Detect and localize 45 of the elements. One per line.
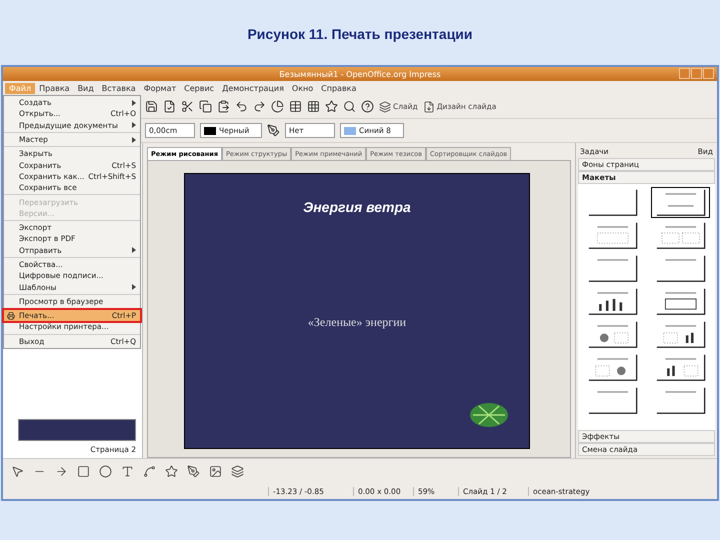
submenu-arrow-icon [132,100,136,106]
slide-title: Энергия ветра [303,198,411,217]
cut-icon[interactable] [181,100,194,113]
menu-title[interactable]: Справка [317,82,360,94]
table-icon[interactable] [289,100,302,113]
menu-title[interactable]: Вставка [98,82,140,94]
star-icon[interactable] [325,100,338,113]
save-icon[interactable] [145,100,158,113]
text-icon[interactable] [121,465,134,478]
pen-icon[interactable] [187,465,200,478]
pointer-icon[interactable] [11,465,24,478]
help-icon[interactable] [361,100,374,113]
layers-icon[interactable] [231,465,244,478]
grid-icon[interactable] [307,100,320,113]
menu-title[interactable]: Правка [35,82,74,94]
submenu-arrow-icon [132,247,136,254]
redo-icon[interactable] [253,100,266,113]
slide-icon[interactable] [379,100,391,112]
star-icon[interactable] [165,465,178,478]
undo-icon[interactable] [235,100,248,113]
menu-title[interactable]: Формат [140,82,180,94]
printer-icon [7,312,15,320]
slide-layout-thumbnail[interactable] [652,188,709,217]
menu-title[interactable]: Демонстрация [218,82,288,94]
menu-title[interactable]: Окно [288,82,318,94]
menu-title[interactable]: Вид [74,82,98,94]
window-title: Безымянный1 - OpenOffice.org Impress [279,70,441,78]
image-icon[interactable] [209,465,222,478]
slide-caption: Рисунок 11. Печать презентации [247,25,473,44]
search-icon[interactable] [343,100,356,113]
ellipse-icon[interactable] [99,465,112,478]
curve-icon[interactable] [143,465,156,478]
slide-subtitle: «Зеленые» энергии [308,315,406,330]
leaf-cluster-drawing [469,400,509,430]
submenu-arrow-icon [132,284,136,290]
submenu-arrow-icon [132,122,136,128]
rectangle-icon[interactable] [77,465,90,478]
chart-icon[interactable] [271,100,284,113]
slide-thumbnail[interactable] [18,419,136,441]
copy-icon[interactable] [199,100,212,113]
submenu-arrow-icon [132,136,136,143]
paste-icon[interactable] [217,100,230,113]
document-icon[interactable] [422,100,435,112]
arrow-icon[interactable] [55,465,68,478]
menu-title[interactable]: Сервис [180,82,218,94]
